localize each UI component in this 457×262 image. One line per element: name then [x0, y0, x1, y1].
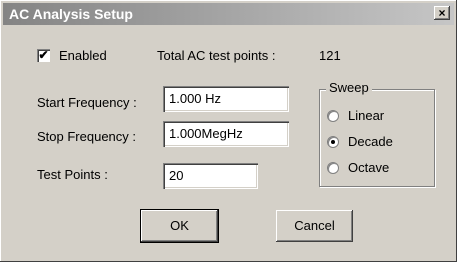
ac-analysis-dialog: AC Analysis Setup × ✔ Enabled Total AC t… — [0, 0, 457, 262]
start-frequency-field[interactable]: 1.000 Hz — [163, 86, 289, 112]
stop-frequency-label: Stop Frequency : — [37, 129, 136, 144]
radio-selected-dot-icon — [331, 140, 335, 144]
sweep-decade-radio[interactable] — [327, 136, 339, 148]
sweep-decade-label: Decade — [348, 134, 393, 149]
sweep-linear-label: Linear — [348, 108, 385, 123]
total-points-label: Total AC test points : — [157, 48, 276, 63]
enabled-checkbox[interactable]: ✔ — [37, 49, 50, 62]
close-icon: × — [438, 6, 446, 20]
start-frequency-label: Start Frequency : — [37, 95, 137, 110]
check-mark-icon: ✔ — [38, 48, 49, 62]
sweep-octave-label: Octave — [348, 160, 390, 175]
enabled-label: Enabled — [59, 48, 107, 63]
close-button[interactable]: × — [434, 6, 450, 20]
total-points-value: 121 — [319, 48, 341, 63]
test-points-label: Test Points : — [37, 167, 108, 182]
sweep-group-title: Sweep — [326, 80, 372, 95]
title-bar: AC Analysis Setup × — [3, 3, 454, 25]
cancel-button[interactable]: Cancel — [276, 210, 353, 242]
start-frequency-value: 1.000 Hz — [169, 91, 222, 106]
sweep-linear-radio[interactable] — [327, 110, 339, 122]
ok-button[interactable]: OK — [140, 209, 219, 243]
test-points-field[interactable]: 20 — [163, 163, 258, 189]
sweep-octave-radio[interactable] — [327, 162, 339, 174]
test-points-value: 20 — [169, 168, 184, 183]
dialog-title: AC Analysis Setup — [9, 6, 133, 22]
stop-frequency-field[interactable]: 1.000MegHz — [163, 121, 289, 147]
stop-frequency-value: 1.000MegHz — [169, 126, 243, 141]
